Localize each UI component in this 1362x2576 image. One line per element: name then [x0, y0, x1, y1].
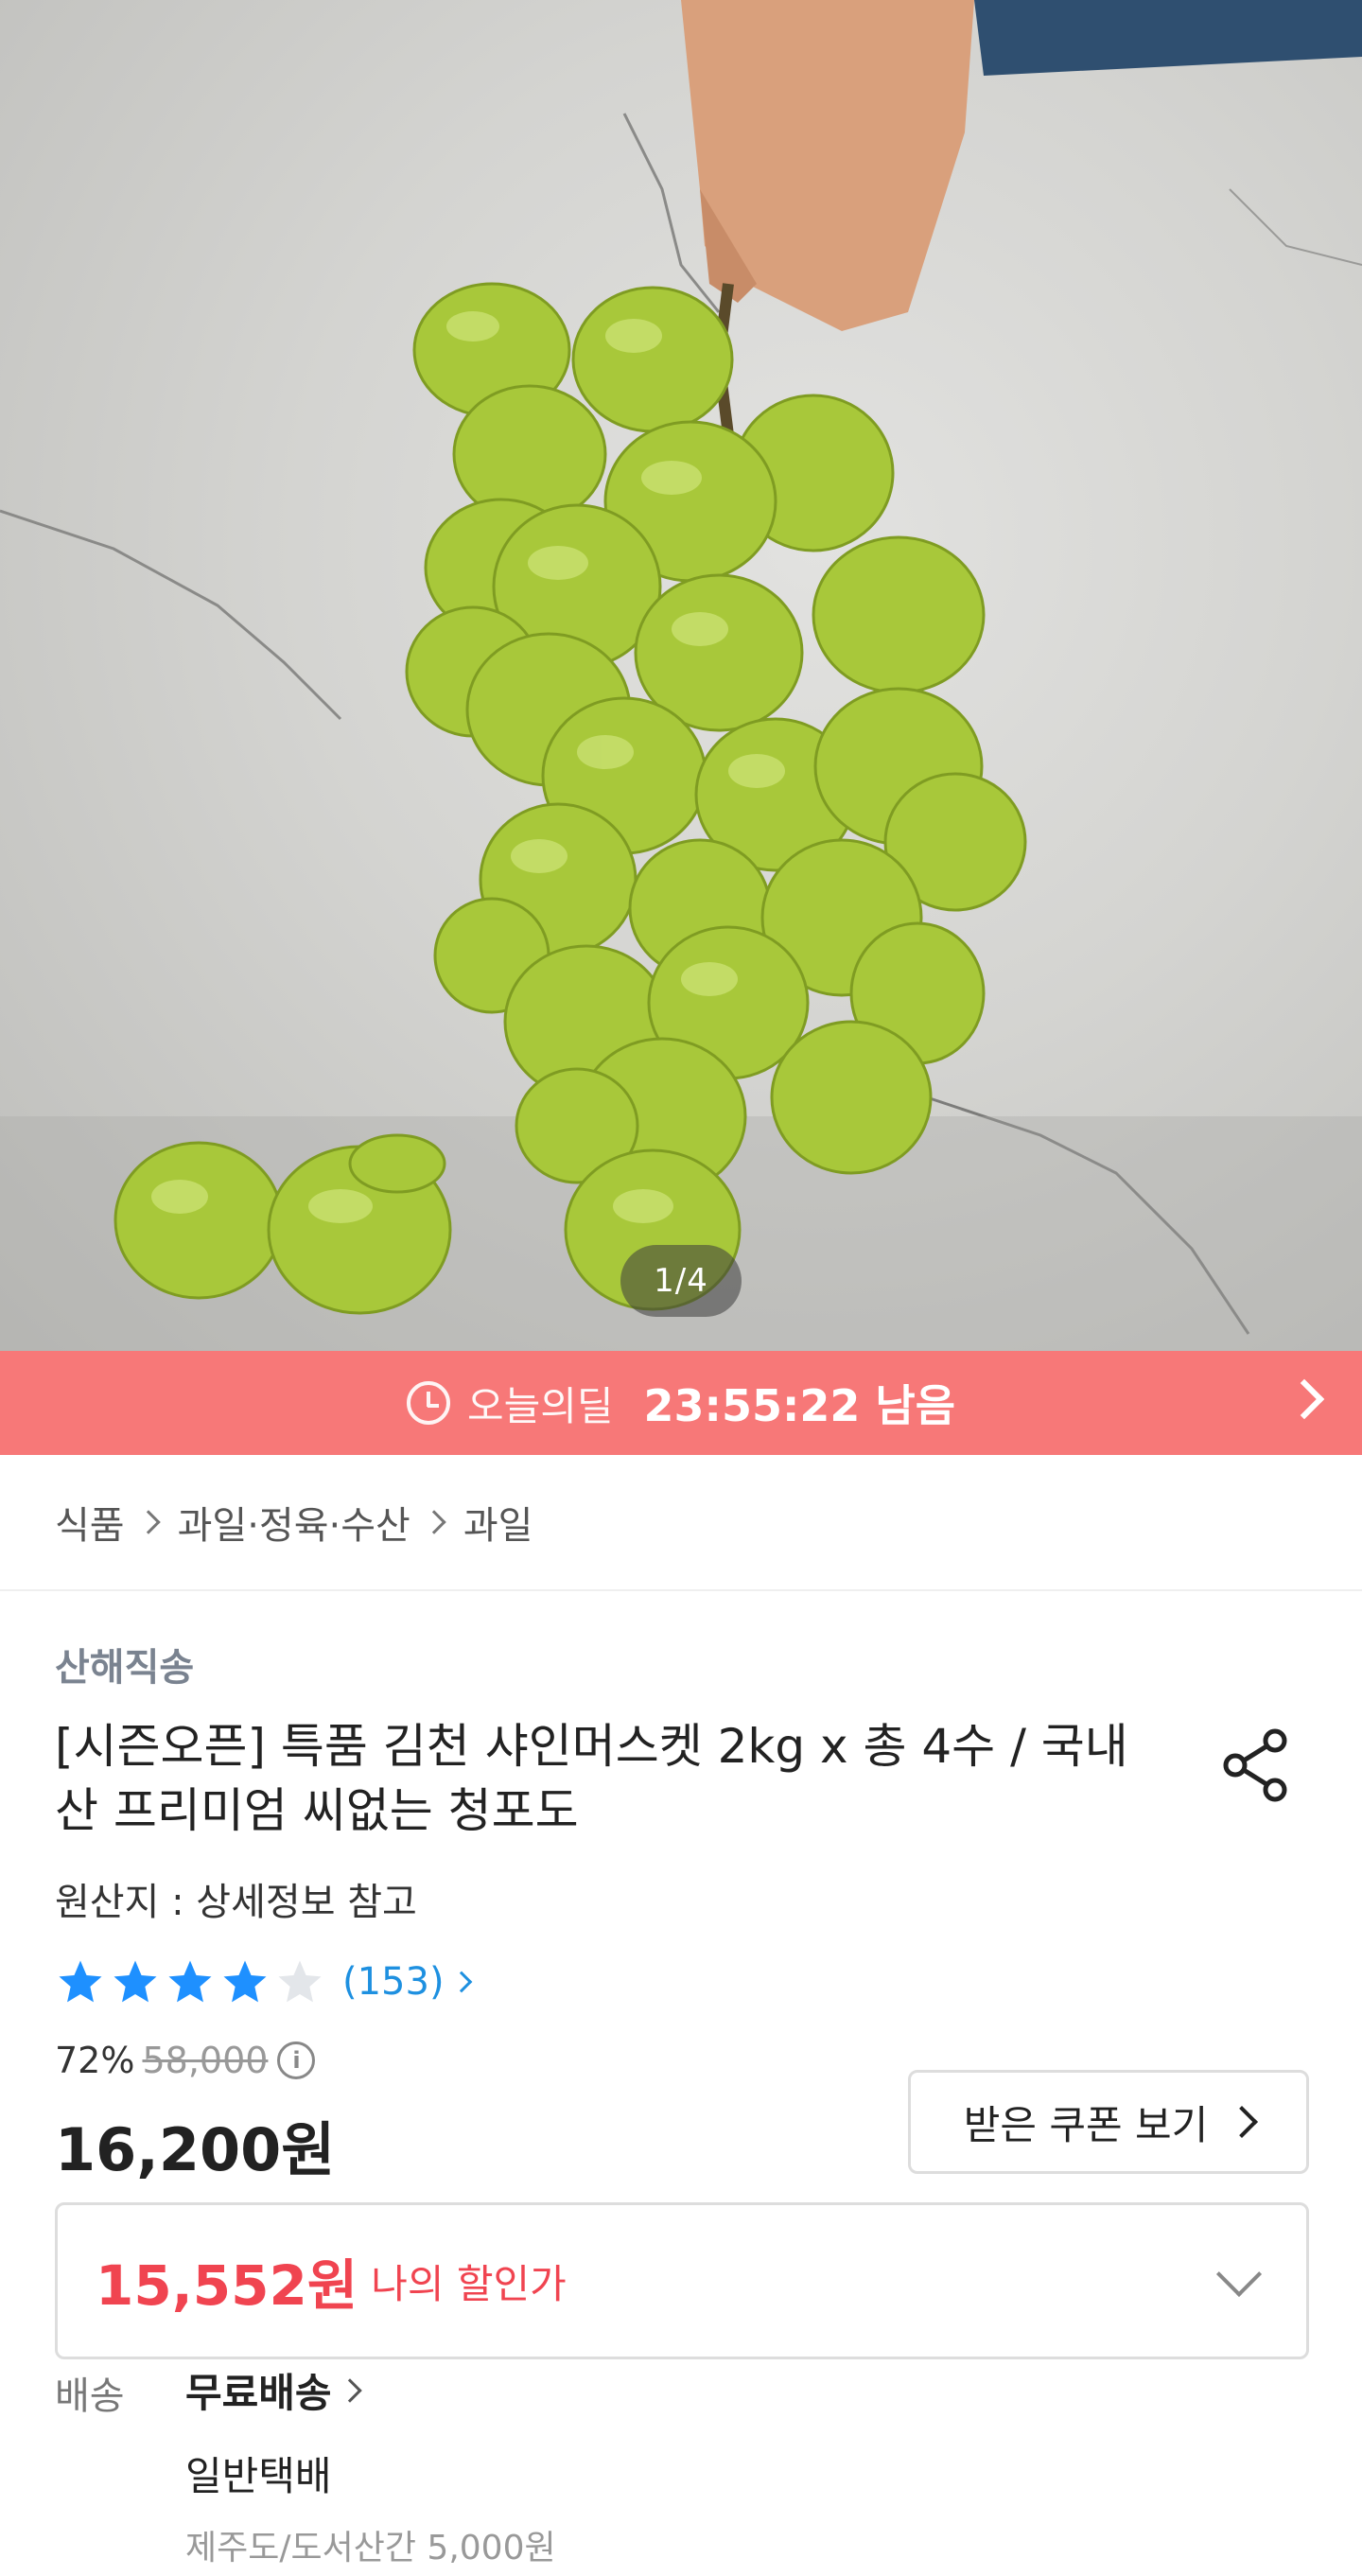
shipping-extra-fee: 제주도/도서산간 5,000원 — [185, 2529, 556, 2567]
seller-name[interactable]: 산해직송 — [55, 1637, 194, 1691]
breadcrumb: 식품 과일·정육·수산 과일 — [55, 1495, 533, 1550]
review-count[interactable]: (153) — [342, 1960, 445, 2004]
star-icon — [168, 1960, 212, 2003]
shipping-type: 일반택배 — [185, 2453, 332, 2499]
chevron-right-icon — [422, 1510, 446, 1534]
shipping-label: 배송 — [55, 2374, 125, 2418]
original-price: 58,000 — [142, 2040, 269, 2081]
free-shipping-link[interactable]: 무료배송 — [185, 2361, 362, 2419]
breadcrumb-item-fruit-meat-seafood[interactable]: 과일·정육·수산 — [178, 1495, 410, 1550]
sale-price: 16,200원 — [55, 2115, 336, 2184]
section-divider — [0, 1589, 1362, 1591]
my-discount-price-box[interactable]: 15,552원 나의 할인가 — [55, 2202, 1309, 2359]
discount-rate: 72% — [55, 2040, 135, 2081]
star-icon — [59, 1960, 102, 2003]
chevron-down-icon — [1215, 2251, 1263, 2298]
chevron-right-icon — [450, 1971, 472, 1993]
chevron-right-icon[interactable] — [1283, 1378, 1325, 1420]
star-icon — [114, 1960, 157, 2003]
coupon-button-label: 받은 쿠폰 보기 — [963, 2101, 1209, 2148]
star-icon-empty — [278, 1960, 322, 2003]
origin-info: 원산지 : 상세정보 참고 — [55, 1881, 417, 1924]
deal-countdown: 23:55:22 남음 — [643, 1380, 956, 1431]
deal-label: 오늘의딜 — [466, 1382, 614, 1429]
image-page-indicator: 1/4 — [620, 1245, 742, 1317]
rating-row[interactable]: (153) — [55, 1956, 472, 2007]
discount-row: 72% 58,000 i — [55, 2040, 316, 2081]
breadcrumb-item-food[interactable]: 식품 — [55, 1495, 125, 1550]
clock-icon — [406, 1381, 450, 1425]
info-icon[interactable]: i — [277, 2042, 316, 2079]
today-deal-banner[interactable]: 오늘의딜 23:55:22 남음 — [0, 1351, 1362, 1455]
product-title: [시즌오픈] 특품 김천 샤인머스켓 2kg x 총 4수 / 국내산 프리미엄… — [55, 1719, 1128, 1838]
breadcrumb-item-fruit[interactable]: 과일 — [463, 1495, 533, 1550]
free-shipping-text: 무료배송 — [185, 2370, 332, 2416]
chevron-right-icon — [135, 1510, 161, 1534]
star-icon — [223, 1960, 267, 2003]
chevron-right-icon — [337, 2377, 362, 2403]
chevron-right-icon — [1226, 2106, 1259, 2138]
my-discount-price: 15,552원 — [96, 2253, 358, 2318]
product-image-carousel[interactable]: 1/4 — [0, 0, 1362, 1351]
my-discount-label: 나의 할인가 — [371, 2260, 567, 2307]
view-coupons-button[interactable]: 받은 쿠폰 보기 — [908, 2070, 1309, 2174]
share-icon[interactable] — [1222, 1727, 1290, 1803]
grape-photo — [0, 0, 1362, 1351]
